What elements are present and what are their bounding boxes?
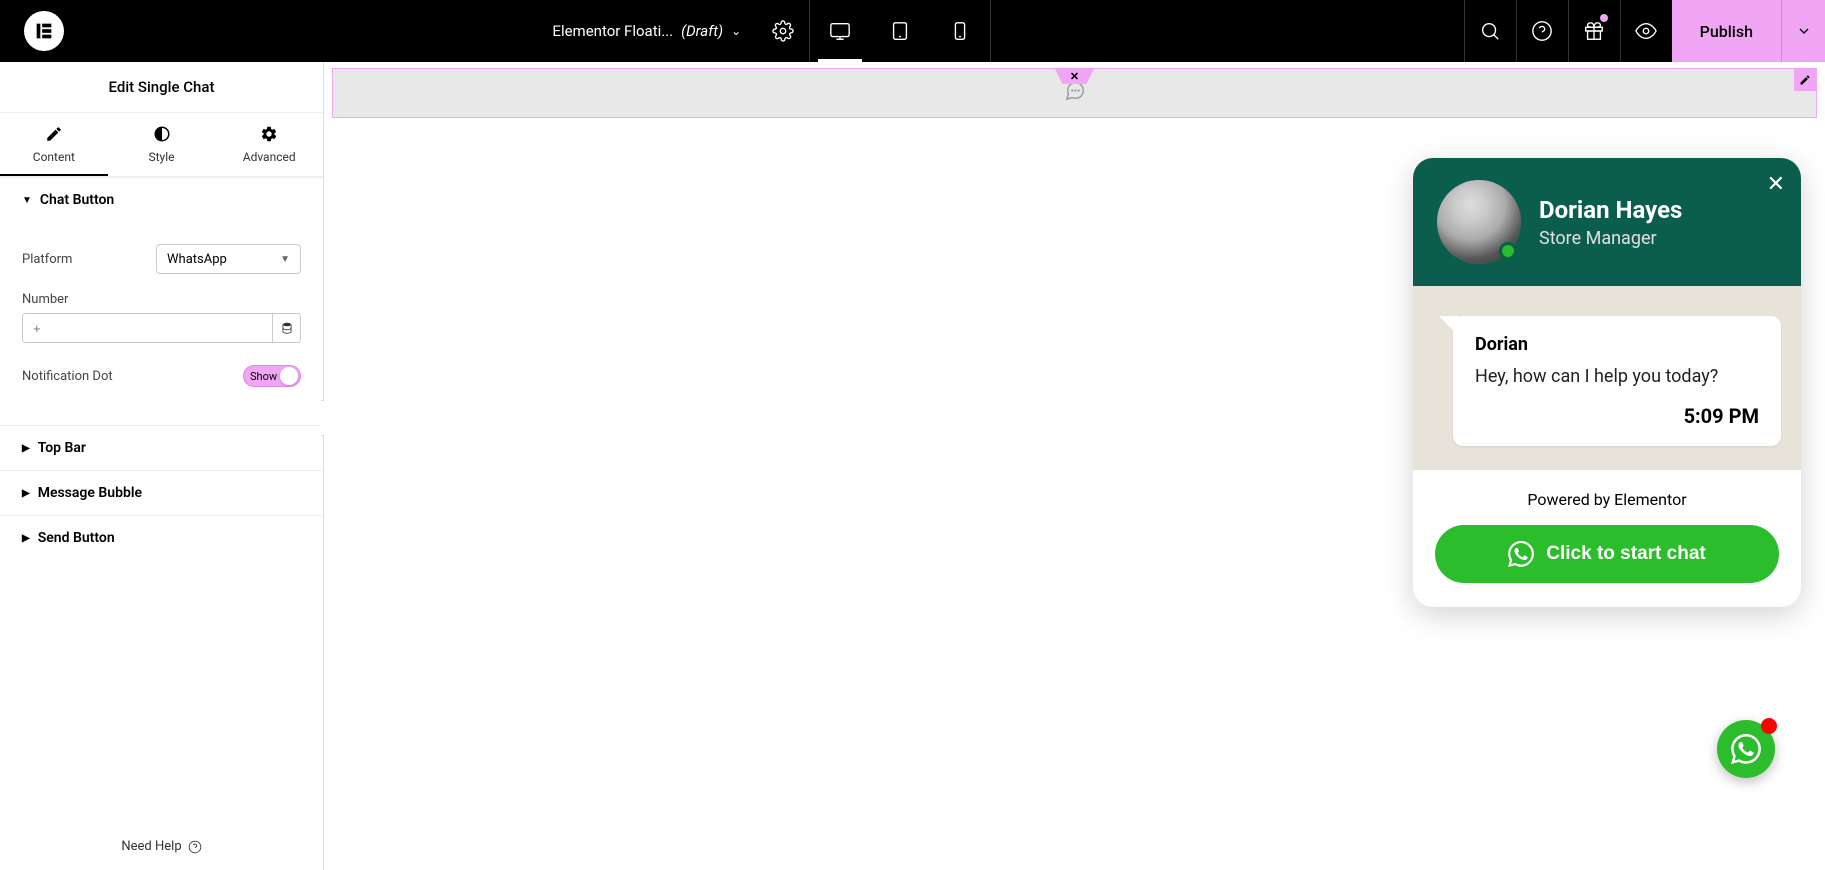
- chat-agent-role: Store Manager: [1539, 228, 1682, 249]
- device-desktop-button[interactable]: [810, 0, 870, 62]
- notification-dot-icon: [1600, 14, 1608, 22]
- chevron-right-icon: ▶: [22, 533, 30, 544]
- message-bubble: Dorian Hey, how can I help you today? 5:…: [1453, 316, 1781, 446]
- chat-avatar: [1437, 180, 1521, 264]
- message-text: Hey, how can I help you today?: [1475, 363, 1759, 390]
- draft-label: (Draft): [681, 22, 723, 40]
- message-time: 5:09 PM: [1475, 404, 1759, 428]
- dynamic-tag-button[interactable]: [273, 313, 301, 343]
- chevron-down-icon: ▼: [280, 254, 290, 265]
- topbar-right-group: Publish: [1464, 0, 1825, 62]
- search-button[interactable]: [1464, 0, 1516, 62]
- chat-footer: Powered by Elementor Click to start chat: [1413, 470, 1801, 607]
- gift-button[interactable]: [1568, 0, 1620, 62]
- chat-close-button[interactable]: ✕: [1767, 172, 1785, 197]
- device-switcher: [809, 0, 991, 62]
- number-label: Number: [22, 292, 68, 307]
- app-topbar: Elementor Floati... (Draft) ⌄: [0, 0, 1825, 62]
- section-send-button[interactable]: ▶ Send Button: [0, 515, 323, 560]
- whatsapp-icon: [1731, 734, 1761, 764]
- sidebar-tabs: Content Style Advanced: [0, 113, 323, 177]
- settings-button[interactable]: [757, 0, 809, 62]
- chat-body: Dorian Hey, how can I help you today? 5:…: [1413, 286, 1801, 470]
- chevron-down-icon: ▼: [22, 195, 32, 206]
- whatsapp-fab[interactable]: [1717, 720, 1775, 778]
- chevron-right-icon: ▶: [22, 488, 30, 499]
- device-mobile-button[interactable]: [930, 0, 990, 62]
- tab-content[interactable]: Content: [0, 113, 108, 176]
- platform-select[interactable]: WhatsApp ▼: [156, 244, 301, 274]
- sidebar-title: Edit Single Chat: [0, 62, 323, 113]
- doc-chevron-down-icon[interactable]: ⌄: [731, 24, 741, 38]
- chat-agent-name: Dorian Hayes: [1539, 196, 1682, 224]
- chat-header: Dorian Hayes Store Manager ✕: [1413, 158, 1801, 286]
- toggle-knob: [280, 367, 298, 385]
- close-icon: ✕: [1055, 68, 1095, 84]
- online-status-dot: [1499, 242, 1517, 260]
- chat-widget-preview: Dorian Hayes Store Manager ✕ Dorian Hey,…: [1413, 158, 1801, 607]
- pencil-icon: [0, 125, 108, 146]
- notification-dot-toggle[interactable]: Show: [243, 365, 301, 387]
- elementor-logo[interactable]: [24, 11, 64, 51]
- device-tablet-button[interactable]: [870, 0, 930, 62]
- start-chat-button[interactable]: Click to start chat: [1435, 525, 1779, 583]
- help-button[interactable]: [1516, 0, 1568, 62]
- powered-by-label: Powered by Elementor: [1435, 490, 1779, 509]
- number-input[interactable]: [22, 313, 273, 343]
- publish-button[interactable]: Publish: [1672, 0, 1781, 62]
- doc-title-text: Elementor Floati...: [552, 22, 673, 40]
- preview-button[interactable]: [1620, 0, 1672, 62]
- widget-placeholder[interactable]: ✕: [332, 68, 1817, 118]
- gear-icon: [215, 125, 323, 146]
- message-sender: Dorian: [1475, 334, 1759, 355]
- publish-label: Publish: [1700, 22, 1753, 41]
- widget-edit-button[interactable]: [1794, 69, 1816, 91]
- chevron-right-icon: ▶: [22, 443, 30, 454]
- platform-label: Platform: [22, 252, 156, 267]
- tab-style[interactable]: Style: [108, 113, 216, 176]
- section-message-bubble[interactable]: ▶ Message Bubble: [0, 470, 323, 515]
- tab-advanced[interactable]: Advanced: [215, 113, 323, 176]
- notification-dot-icon: [1761, 718, 1777, 734]
- need-help-link[interactable]: Need Help: [0, 823, 323, 870]
- notification-dot-label: Notification Dot: [22, 369, 243, 384]
- section-chat-button[interactable]: ▼ Chat Button: [0, 177, 323, 222]
- whatsapp-icon: [1508, 541, 1534, 567]
- section-top-bar[interactable]: ▶ Top Bar: [0, 425, 323, 470]
- publish-dropdown-button[interactable]: [1781, 0, 1825, 62]
- contrast-icon: [108, 125, 216, 146]
- editor-sidebar: Edit Single Chat Content Style Advanced …: [0, 62, 324, 870]
- widget-delete-tab[interactable]: ✕: [1055, 68, 1095, 84]
- document-title: Elementor Floati... (Draft) ⌄: [536, 0, 757, 62]
- editor-canvas: ✕ Dorian Hayes Store Manager ✕: [324, 62, 1825, 870]
- section-chat-button-body: Platform WhatsApp ▼ Number Notification …: [0, 222, 323, 425]
